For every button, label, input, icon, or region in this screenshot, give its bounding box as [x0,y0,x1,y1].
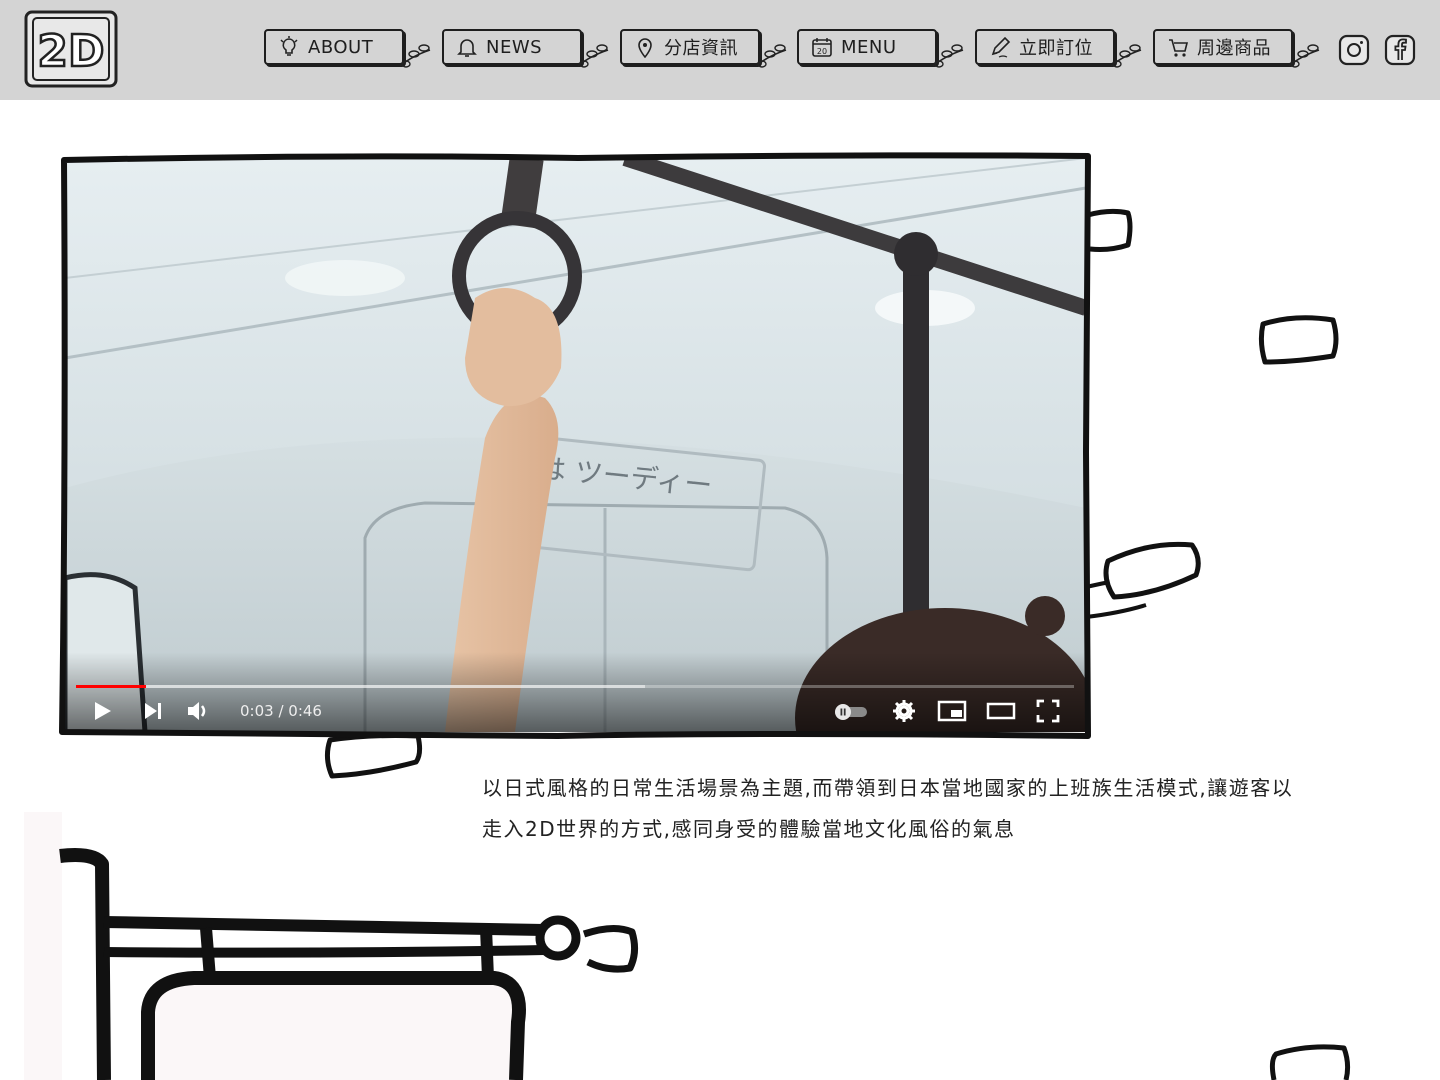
nav-news[interactable]: NEWS [442,29,582,65]
sprig-decoration [577,44,609,68]
hanging-strap-decoration [1269,1044,1351,1080]
nav-reserve-label: 立即訂位 [1019,38,1093,59]
cart-icon [1169,39,1189,57]
description-line-1: 以日式風格的日常生活場景為主題,而帶領到日本當地國家的上班族生活模式,讓遊客以 [482,776,1294,800]
theater-mode-icon[interactable] [986,699,1016,723]
site-header: 2D ABOUT NEWS 分店資訊 20 MENU 立即訂位 周邊商品 [0,0,1440,100]
nav-about[interactable]: ABOUT [264,29,404,65]
sprig-decoration [932,44,964,68]
volume-icon[interactable] [185,699,211,723]
progress-played [76,685,146,688]
nav-merch-label: 周邊商品 [1197,38,1271,59]
logo[interactable]: 2D [24,10,118,88]
hanging-strap-decoration [1085,541,1201,619]
sprig-decoration [755,44,787,68]
progress-track[interactable] [76,685,1074,688]
bell-icon [457,39,477,57]
video-player[interactable]: は ツーディー 0:03 / 0:46 [58,152,1094,740]
sprig-decoration [1288,44,1320,68]
control-bar [65,652,1086,732]
miniplayer-icon[interactable] [937,699,967,723]
video-frame[interactable]: は ツーディー 0:03 / 0:46 [65,158,1086,732]
nav-reserve[interactable]: 立即訂位 [975,29,1115,65]
hanging-strap-decoration [1258,315,1339,365]
video-still: は ツーディー [65,158,1086,732]
sprig-decoration [1110,44,1142,68]
nav-merch[interactable]: 周邊商品 [1153,29,1293,65]
nav-branches-label: 分店資訊 [664,38,738,59]
settings-gear-icon[interactable] [892,699,916,723]
map-pin-icon [638,38,652,58]
nav-about-label: ABOUT [308,36,374,58]
play-icon[interactable] [90,699,114,723]
instagram-icon[interactable] [1338,34,1370,66]
pencil-icon [991,36,1011,58]
next-icon[interactable] [141,699,165,723]
facebook-icon[interactable] [1384,34,1416,66]
train-rail-illustration [24,812,639,1080]
nav-menu-label: MENU [841,36,897,58]
nav-branches[interactable]: 分店資訊 [620,29,760,65]
description-text: 以日式風格的日常生活場景為主題,而帶領到日本當地國家的上班族生活模式,讓遊客以 … [482,768,1392,850]
calendar-icon: 20 [812,38,832,57]
video-time: 0:03 / 0:46 [240,702,322,720]
fullscreen-icon[interactable] [1036,699,1060,723]
svg-text:20: 20 [817,47,827,56]
sprig-decoration [399,44,431,68]
description-line-2: 走入2D世界的方式,感同身受的體驗當地文化風俗的氣息 [482,817,1016,841]
nav-menu[interactable]: 20 MENU [797,29,937,65]
logo-text: 2D [37,26,104,77]
nav-news-label: NEWS [486,36,543,58]
autoplay-toggle[interactable] [833,703,869,721]
progress-buffered [76,685,645,688]
lightbulb-icon [280,36,298,56]
